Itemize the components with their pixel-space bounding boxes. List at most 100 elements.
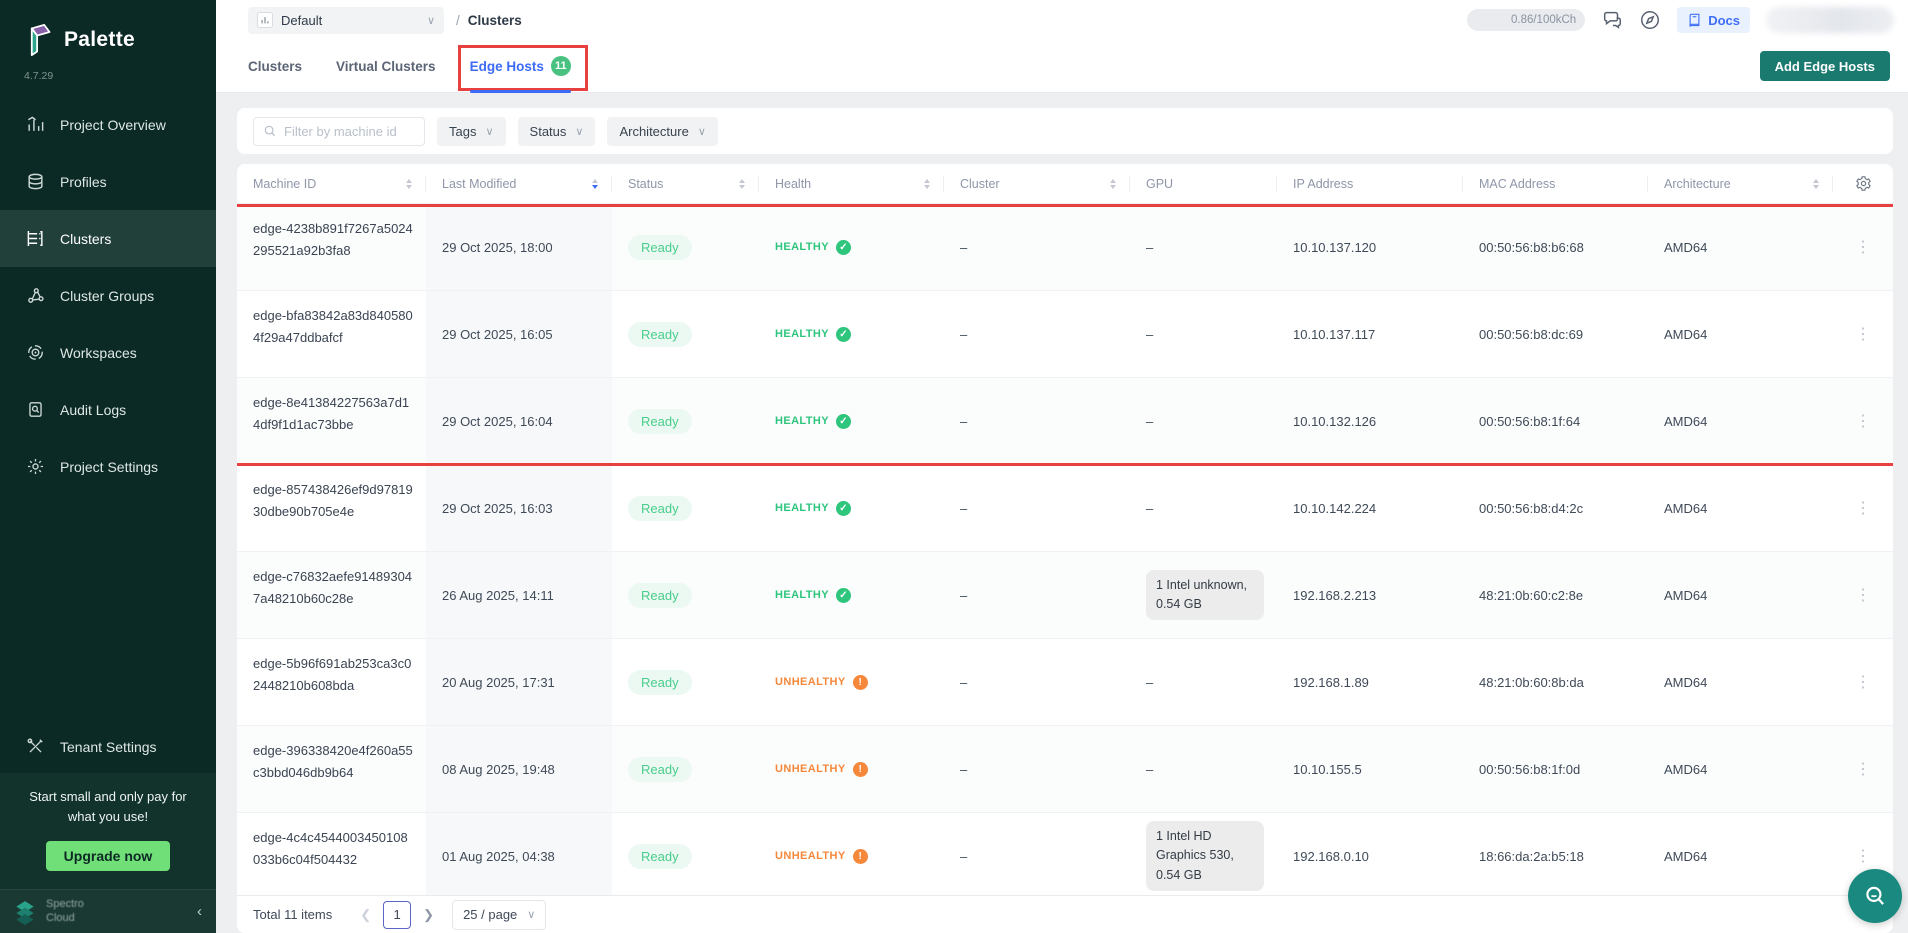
chevron-down-icon: ∨: [527, 908, 535, 921]
tab-edge-hosts[interactable]: Edge Hosts 11: [470, 40, 571, 93]
column-header-health[interactable]: Health: [759, 164, 944, 203]
ip-address-cell: 10.10.137.120: [1277, 204, 1463, 290]
project-chart-icon: [257, 12, 273, 28]
row-menu-icon[interactable]: [1833, 204, 1893, 290]
health-label: HEALTHY: [775, 328, 829, 340]
status-cell: Ready: [612, 552, 759, 638]
cluster-cell: –: [944, 726, 1130, 812]
sort-icon: [406, 179, 412, 189]
sidebar-item-workspaces[interactable]: Workspaces: [0, 324, 216, 381]
sidebar-item-audit-logs[interactable]: Audit Logs: [0, 381, 216, 438]
architecture-filter-label: Architecture: [619, 124, 688, 139]
gpu-badge: 1 Intel unknown, 0.54 GB: [1146, 570, 1264, 621]
current-page-button[interactable]: 1: [383, 901, 411, 929]
breadcrumb-current[interactable]: Clusters: [468, 13, 522, 28]
gear-icon: [26, 457, 45, 476]
column-header-gpu: GPU: [1130, 164, 1277, 203]
column-header-architecture[interactable]: Architecture: [1648, 164, 1833, 203]
architecture-cell: AMD64: [1648, 291, 1833, 377]
health-cell: HEALTHY: [759, 378, 944, 464]
sidebar-item-cluster-groups[interactable]: Cluster Groups: [0, 267, 216, 324]
last-modified-cell: 20 Aug 2025, 17:31: [426, 639, 612, 725]
health-cell: UNHEALTHY: [759, 639, 944, 725]
ip-address-cell: 192.168.0.10: [1277, 813, 1463, 899]
architecture-cell: AMD64: [1648, 552, 1833, 638]
compass-icon[interactable]: [1639, 9, 1661, 31]
tab-label: Edge Hosts: [470, 59, 544, 74]
status-cell: Ready: [612, 465, 759, 551]
status-badge: Ready: [628, 409, 692, 434]
tab-label: Virtual Clusters: [336, 59, 436, 74]
sidebar: Palette 4.7.29 Project Overview Profiles…: [0, 0, 216, 933]
status-filter-dropdown[interactable]: Status ∨: [518, 117, 596, 146]
collapse-sidebar-icon[interactable]: ‹: [197, 903, 202, 920]
last-modified-cell: 01 Aug 2025, 04:38: [426, 813, 612, 899]
top-bar: Default ∨ / Clusters 0.86/100kCh Docs: [216, 0, 1908, 40]
last-modified-cell: 29 Oct 2025, 16:04: [426, 378, 612, 464]
health-status-icon: [836, 588, 851, 603]
add-edge-hosts-button[interactable]: Add Edge Hosts: [1760, 51, 1890, 81]
health-status-icon: [836, 414, 851, 429]
row-menu-icon[interactable]: [1833, 378, 1893, 464]
tab-clusters[interactable]: Clusters: [248, 40, 302, 93]
tabs-bar: Clusters Virtual Clusters Edge Hosts 11 …: [216, 40, 1908, 93]
row-menu-icon[interactable]: [1833, 465, 1893, 551]
tags-filter-dropdown[interactable]: Tags ∨: [437, 117, 506, 146]
chat-icon[interactable]: [1601, 9, 1623, 31]
previous-page-icon[interactable]: ❮: [360, 907, 371, 923]
architecture-cell: AMD64: [1648, 204, 1833, 290]
upgrade-now-button[interactable]: Upgrade now: [46, 841, 171, 871]
gpu-badge: 1 Intel HD Graphics 530, 0.54 GB: [1146, 821, 1264, 891]
column-header-last-modified[interactable]: Last Modified: [426, 164, 612, 203]
help-search-floating-button[interactable]: [1848, 869, 1902, 923]
mac-address-cell: 00:50:56:b8:1f:64: [1463, 378, 1648, 464]
search-input[interactable]: [284, 124, 415, 139]
ip-address-cell: 192.168.1.89: [1277, 639, 1463, 725]
column-settings-gear-icon[interactable]: [1833, 164, 1893, 203]
tags-filter-label: Tags: [449, 124, 476, 139]
mac-address-cell: 18:66:da:2a:b5:18: [1463, 813, 1648, 899]
row-menu-icon[interactable]: [1833, 639, 1893, 725]
bar-chart-icon: [26, 115, 45, 134]
gpu-cell: –: [1130, 726, 1277, 812]
content-area: Tags ∨ Status ∨ Architecture ∨ Machine I…: [216, 93, 1908, 933]
sidebar-item-profiles[interactable]: Profiles: [0, 153, 216, 210]
architecture-cell: AMD64: [1648, 378, 1833, 464]
column-header-cluster[interactable]: Cluster: [944, 164, 1130, 203]
row-menu-icon[interactable]: [1833, 726, 1893, 812]
docs-button[interactable]: Docs: [1677, 7, 1750, 33]
chevron-down-icon: ∨: [485, 125, 493, 138]
sidebar-item-clusters[interactable]: Clusters: [0, 210, 216, 267]
ip-address-cell: 192.168.2.213: [1277, 552, 1463, 638]
mac-address-cell: 48:21:0b:60:c2:8e: [1463, 552, 1648, 638]
machine-id-cell: edge-5b96f691ab253ca3c02448210b608bda: [237, 639, 426, 725]
sidebar-item-project-overview[interactable]: Project Overview: [0, 96, 216, 153]
project-scope-select[interactable]: Default ∨: [248, 7, 444, 34]
next-page-icon[interactable]: ❯: [423, 907, 434, 923]
tab-virtual-clusters[interactable]: Virtual Clusters: [336, 40, 436, 93]
machine-id-search[interactable]: [253, 117, 425, 146]
table-row: edge-857438426ef9d9781930dbe90b705e4e 29…: [237, 465, 1893, 552]
architecture-filter-dropdown[interactable]: Architecture ∨: [607, 117, 717, 146]
tab-label: Clusters: [248, 59, 302, 74]
sidebar-item-label: Audit Logs: [60, 402, 126, 418]
page-size-select[interactable]: 25 / page ∨: [452, 900, 546, 930]
user-menu-blurred[interactable]: [1766, 7, 1894, 33]
health-label: UNHEALTHY: [775, 763, 846, 775]
upgrade-promo: Start small and only pay for what you us…: [0, 773, 216, 889]
table-body: edge-4238b891f7267a5024295521a92b3fa8 29…: [237, 204, 1893, 900]
machine-id-cell: edge-bfa83842a83d8405804f29a47ddbafcf: [237, 291, 426, 377]
usage-meter: 0.86/100kCh: [1467, 9, 1585, 31]
machine-id-cell: edge-396338420e4f260a55c3bbd046db9b64: [237, 726, 426, 812]
column-header-ip-address: IP Address: [1277, 164, 1463, 203]
sidebar-item-project-settings[interactable]: Project Settings: [0, 438, 216, 495]
book-icon: [1687, 13, 1702, 28]
row-menu-icon[interactable]: [1833, 291, 1893, 377]
row-menu-icon[interactable]: [1833, 552, 1893, 638]
column-header-status[interactable]: Status: [612, 164, 759, 203]
page-size-value: 25 / page: [463, 907, 517, 922]
sidebar-item-tenant-settings[interactable]: Tenant Settings: [0, 721, 216, 773]
mac-address-cell: 48:21:0b:60:8b:da: [1463, 639, 1648, 725]
column-header-machine-id[interactable]: Machine ID: [237, 164, 426, 203]
main-area: Default ∨ / Clusters 0.86/100kCh Docs: [216, 0, 1908, 933]
